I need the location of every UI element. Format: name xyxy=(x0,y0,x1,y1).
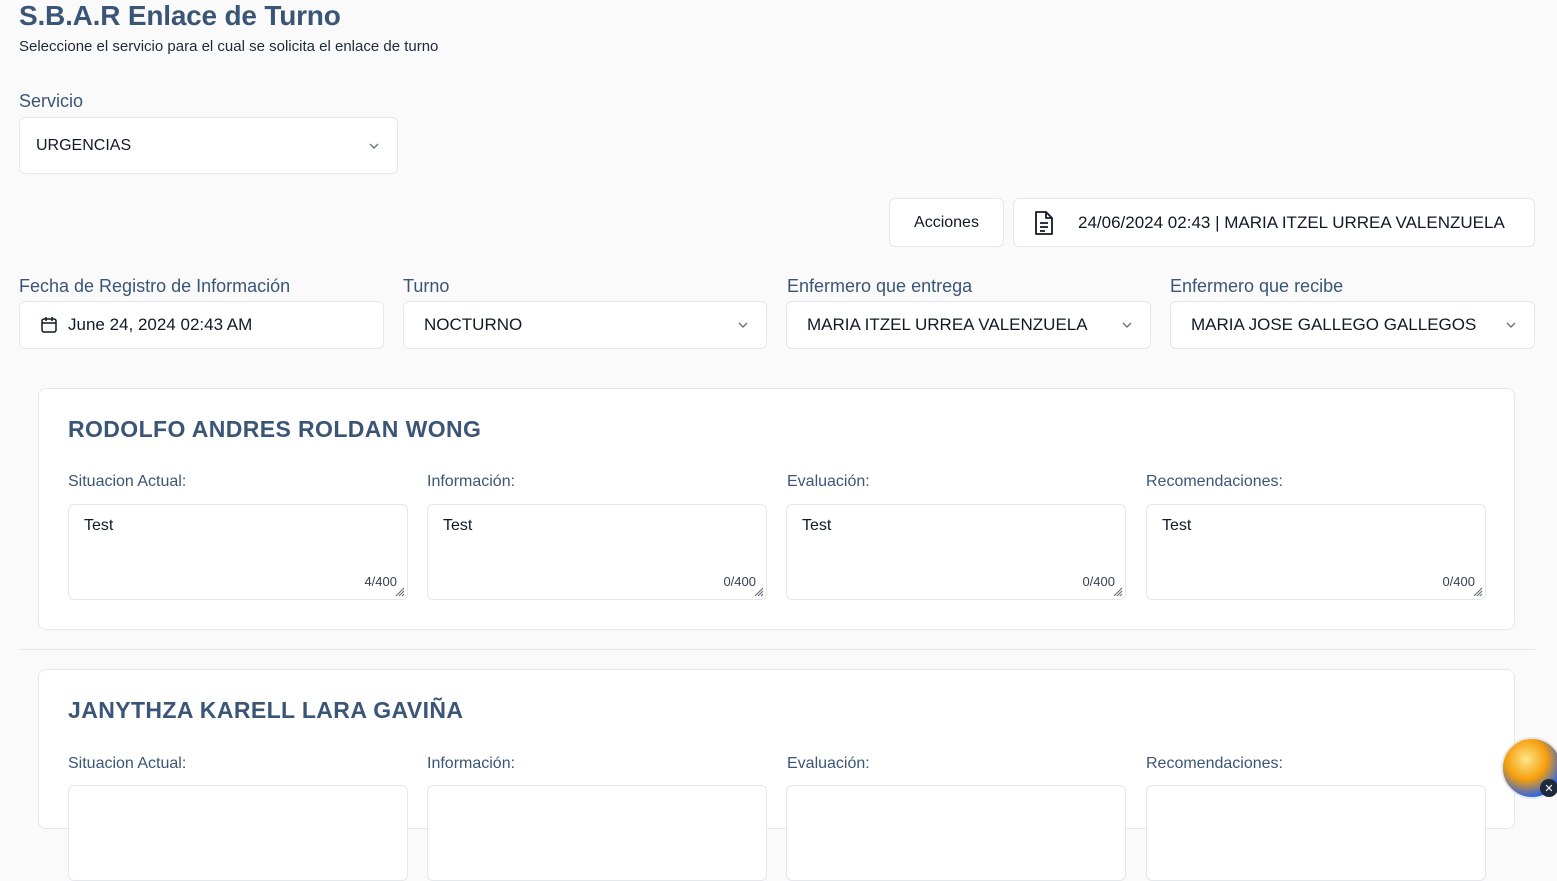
resize-grip-icon[interactable] xyxy=(1111,585,1123,597)
chevron-down-icon xyxy=(1506,322,1516,328)
servicio-label: Servicio xyxy=(19,91,84,111)
turno-label: Turno xyxy=(403,276,450,296)
fecha-label: Fecha de Registro de Información xyxy=(19,276,291,296)
recibe-value: MARIA JOSE GALLEGO GALLEGOS xyxy=(1191,315,1477,334)
recomendaciones-textarea[interactable] xyxy=(1146,785,1486,881)
chevron-down-icon xyxy=(369,143,379,149)
calendar-icon xyxy=(41,317,57,333)
page-title: S.B.A.R Enlace de Turno xyxy=(19,0,341,31)
fecha-picker[interactable]: June 24, 2024 02:43 AM xyxy=(19,301,384,349)
entrega-value: MARIA ITZEL URREA VALENZUELA xyxy=(807,315,1088,334)
informacion-textarea[interactable] xyxy=(427,785,767,881)
situacion-label: Situacion Actual: xyxy=(68,473,187,490)
informacion-label: Información: xyxy=(427,473,516,490)
turno-value: NOCTURNO xyxy=(424,315,523,334)
resize-grip-icon[interactable] xyxy=(752,585,764,597)
informacion-textarea[interactable]: Test 0/400 xyxy=(427,504,767,600)
acciones-label: Acciones xyxy=(914,213,979,231)
turno-select[interactable]: NOCTURNO xyxy=(403,301,767,349)
resize-grip-icon[interactable] xyxy=(393,585,405,597)
servicio-select[interactable]: URGENCIAS xyxy=(19,117,398,174)
situacion-textarea[interactable]: Test 4/400 xyxy=(68,504,408,600)
recibe-select[interactable]: MARIA JOSE GALLEGO GALLEGOS xyxy=(1170,301,1535,349)
evaluacion-label: Evaluación: xyxy=(787,755,870,772)
recomendaciones-value: Test xyxy=(1162,517,1192,534)
chevron-down-icon xyxy=(738,322,748,328)
informacion-value: Test xyxy=(443,517,473,534)
resize-grip-icon[interactable] xyxy=(1471,585,1483,597)
fecha-value: June 24, 2024 02:43 AM xyxy=(68,315,253,334)
entrega-label: Enfermero que entrega xyxy=(787,276,973,296)
document-icon xyxy=(1035,210,1053,235)
recomendaciones-textarea[interactable]: Test 0/400 xyxy=(1146,504,1486,600)
evaluacion-textarea[interactable]: Test 0/400 xyxy=(786,504,1126,600)
evaluacion-value: Test xyxy=(802,517,832,534)
chevron-down-icon xyxy=(1122,322,1132,328)
patient-name: JANYTHZA KARELL LARA GAVIÑA xyxy=(68,697,464,723)
servicio-value: URGENCIAS xyxy=(36,136,132,154)
evaluacion-textarea[interactable] xyxy=(786,785,1126,881)
recomendaciones-label: Recomendaciones: xyxy=(1146,473,1283,490)
page-subtitle: Seleccione el servicio para el cual se s… xyxy=(19,38,439,55)
section-divider xyxy=(19,649,1535,650)
acciones-button[interactable]: Acciones xyxy=(889,198,1004,247)
patient-name: RODOLFO ANDRES ROLDAN WONG xyxy=(68,416,482,442)
situacion-textarea[interactable] xyxy=(68,785,408,881)
situacion-label: Situacion Actual: xyxy=(68,755,187,772)
record-button[interactable]: 24/06/2024 02:43 | MARIA ITZEL URREA VAL… xyxy=(1013,198,1535,247)
record-label: 24/06/2024 02:43 | MARIA ITZEL URREA VAL… xyxy=(1078,212,1505,232)
evaluacion-label: Evaluación: xyxy=(787,473,870,490)
situacion-value: Test xyxy=(84,517,114,534)
informacion-label: Información: xyxy=(427,755,516,772)
recomendaciones-label: Recomendaciones: xyxy=(1146,755,1283,772)
entrega-select[interactable]: MARIA ITZEL URREA VALENZUELA xyxy=(786,301,1151,349)
recibe-label: Enfermero que recibe xyxy=(1170,276,1344,296)
close-icon[interactable]: ✕ xyxy=(1540,779,1557,797)
